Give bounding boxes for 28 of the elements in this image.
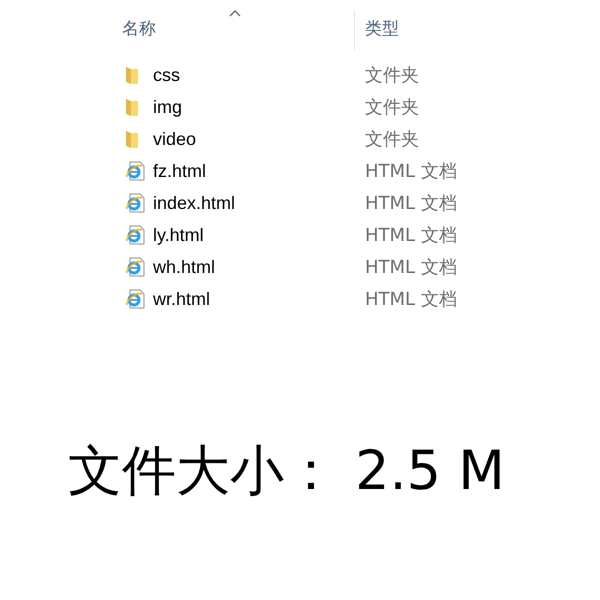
sort-ascending-icon [229,10,241,17]
column-header[interactable]: 名称 [122,10,355,50]
file-name[interactable]: ly.html [153,222,365,248]
file-type: HTML 文档 [365,192,457,216]
file-type: HTML 文档 [365,256,457,280]
browser-document-icon [124,256,146,278]
file-type: 文件夹 [365,96,419,120]
file-name[interactable]: css [153,62,365,88]
column-header[interactable]: 类型 [355,10,555,50]
file-name[interactable]: img [153,94,365,120]
file-type: 文件夹 [365,64,419,88]
file-name[interactable]: wr.html [153,286,365,312]
folder-icon [124,65,140,85]
file-name[interactable]: fz.html [153,158,365,184]
file-type: HTML 文档 [365,288,457,312]
file-name[interactable]: video [153,126,365,152]
file-name[interactable]: index.html [153,190,365,216]
browser-document-icon [124,160,146,182]
folder-icon [124,97,140,117]
file-size-caption: 文件大小： 2.5 M [68,439,505,502]
file-type: 文件夹 [365,128,419,152]
browser-document-icon [124,192,146,214]
file-type: HTML 文档 [365,224,457,248]
file-type: HTML 文档 [365,160,457,184]
folder-icon [124,129,140,149]
browser-document-icon [124,288,146,310]
file-name[interactable]: wh.html [153,254,365,280]
browser-document-icon [124,224,146,246]
